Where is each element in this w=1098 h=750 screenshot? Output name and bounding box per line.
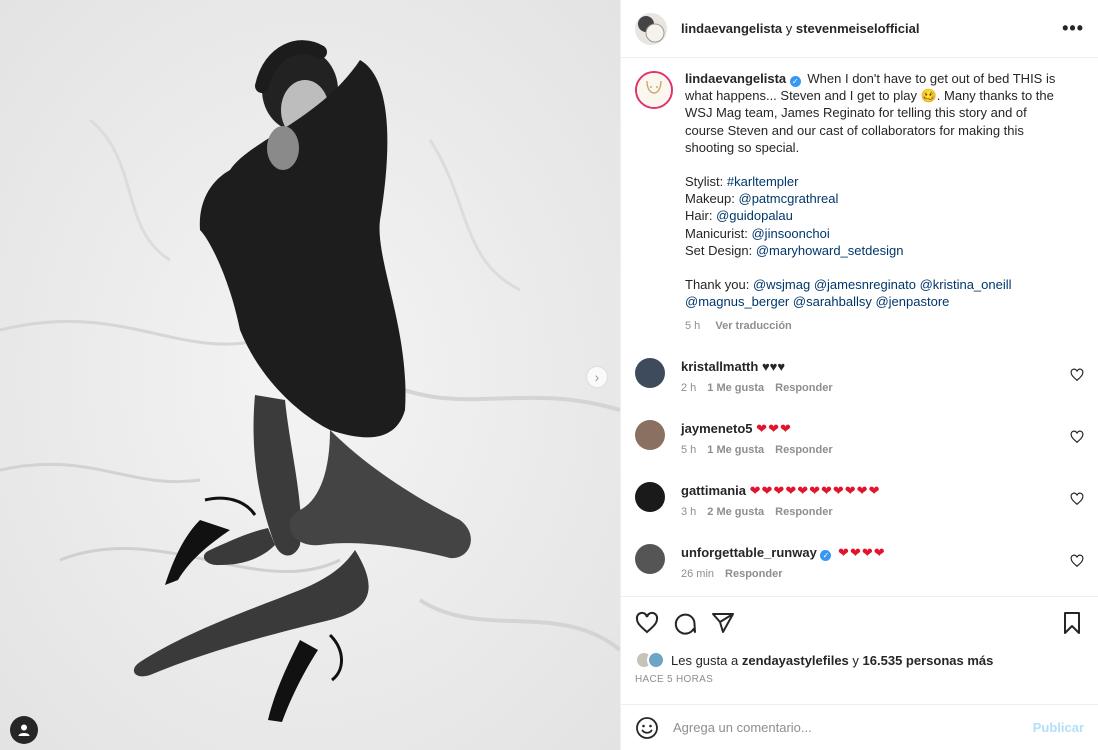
more-options-icon[interactable]: ••• (1062, 18, 1084, 39)
comments-scroll[interactable]: lindaevangelista ✓ When I don't have to … (621, 58, 1098, 596)
comment-bubble-icon[interactable] (673, 611, 697, 635)
comment-avatar[interactable] (635, 481, 665, 512)
author-avatar[interactable] (635, 12, 667, 45)
comment-username[interactable]: jaymeneto5 (681, 421, 753, 436)
reply-button[interactable]: Responder (775, 506, 832, 518)
credit-link[interactable]: #karltempler (727, 174, 799, 189)
chevron-right-icon: › (594, 369, 600, 385)
heart-outline-icon[interactable] (1070, 492, 1084, 506)
reply-button[interactable]: Responder (725, 568, 782, 580)
credit-line: Makeup: @patmcgrathreal (685, 191, 839, 207)
author-link-2[interactable]: stevenmeiselofficial (796, 21, 920, 36)
person-icon (18, 724, 30, 736)
likes-summary: Les gusta a zendayastylefiles y 16.535 p… (621, 648, 1098, 672)
post-timestamp: HACE 5 HORAS (635, 674, 714, 685)
post-authors: lindaevangelista y stevenmeiselofficial (681, 21, 919, 36)
save-bookmark-icon[interactable] (1060, 611, 1084, 635)
comment-text: ❤❤❤❤❤❤❤❤❤❤❤ (749, 482, 881, 498)
comment-avatar[interactable] (635, 419, 665, 450)
heart-outline-icon[interactable] (1070, 554, 1084, 568)
comment-time: 2 h (681, 381, 697, 394)
likes-count[interactable]: 16.535 personas más (863, 653, 994, 668)
comment: jaymeneto5 ❤❤❤ 5 h 1 Me gusta Responder (635, 419, 1084, 456)
post-photo[interactable]: › (0, 0, 620, 750)
comment: gattimania ❤❤❤❤❤❤❤❤❤❤❤ 3 h 2 Me gusta Resp… (635, 481, 1084, 518)
caption: lindaevangelista ✓ When I don't have to … (635, 70, 1084, 336)
comment-username[interactable]: gattimania (681, 483, 746, 498)
comment-likes[interactable]: 1 Me gusta (707, 382, 764, 394)
mention-link[interactable]: @sarahballsy (793, 294, 872, 309)
comment-text: ❤❤❤❤ (838, 544, 886, 560)
reply-button[interactable]: Responder (775, 382, 832, 394)
comment-avatar[interactable] (635, 357, 665, 388)
liker-avatar (647, 651, 665, 669)
translate-link[interactable]: Ver traducción (715, 320, 791, 332)
credit-line: Set Design: @maryhoward_setdesign (685, 242, 904, 258)
tagged-users-button[interactable] (10, 716, 38, 744)
comment-text: ♥♥♥ (761, 358, 786, 374)
heart-outline-icon[interactable] (1070, 430, 1084, 444)
author-link-1[interactable]: lindaevangelista (681, 21, 782, 36)
comment-time: 5 h (681, 443, 697, 456)
mention-link[interactable]: @jenpastore (875, 294, 949, 309)
comment-text: ❤❤❤ (756, 420, 792, 436)
likes-middle: y (852, 652, 859, 668)
comment: kristallmatth ♥♥♥ 2 h 1 Me gusta Responder (635, 357, 1084, 394)
credit-link[interactable]: @jinsoonchoi (751, 226, 829, 241)
comment-username[interactable]: unforgettable_runway (681, 545, 817, 560)
comment-avatar[interactable] (635, 543, 665, 574)
verified-icon: ✓ (789, 76, 801, 87)
credit-link[interactable]: @guidopalau (716, 208, 793, 223)
mention-link[interactable]: @jamesnreginato (814, 277, 916, 292)
credit-line: Hair: @guidopalau (685, 208, 793, 224)
post-actions (621, 596, 1098, 648)
caption-credits: Stylist: #karltempler Makeup: @patmcgrat… (685, 173, 1065, 259)
credit-line: Stylist: #karltempler (685, 174, 799, 190)
credit-link[interactable]: @patmcgrathreal (739, 191, 839, 206)
comment-username[interactable]: kristallmatth (681, 359, 758, 374)
liker-username[interactable]: zendayastylefiles (742, 653, 849, 668)
authors-joiner: y (785, 21, 793, 36)
share-send-icon[interactable] (711, 611, 735, 635)
emoji-icon[interactable] (635, 716, 659, 740)
like-heart-icon[interactable] (635, 611, 659, 635)
heart-outline-icon[interactable] (1070, 368, 1084, 382)
comment-composer: Publicar (621, 704, 1098, 750)
mention-link[interactable]: @wsjmag (753, 277, 810, 292)
next-photo-button[interactable]: › (586, 366, 608, 388)
verified-icon: ✓ (820, 549, 832, 561)
likes-prefix: Les gusta a (671, 652, 739, 668)
caption-time: 5 h (685, 320, 701, 333)
comment-likes[interactable]: 1 Me gusta (707, 444, 764, 456)
credit-line: Manicurist: @jinsoonchoi (685, 225, 830, 241)
caption-username[interactable]: lindaevangelista (685, 71, 786, 86)
credit-link[interactable]: @maryhoward_setdesign (756, 243, 904, 258)
post-side-panel: lindaevangelista y stevenmeiselofficial … (620, 0, 1098, 750)
reply-button[interactable]: Responder (775, 444, 832, 456)
comment-time: 26 min (681, 567, 715, 580)
caption-body: lindaevangelista ✓ When I don't have to … (685, 70, 1065, 336)
comment-time: 3 h (681, 505, 697, 518)
caption-avatar[interactable] (635, 71, 673, 109)
instagram-post: › lindaevangelista y stevenmeiselofficia… (0, 0, 1098, 750)
mention-link[interactable]: @magnus_berger (685, 294, 789, 309)
publish-button[interactable]: Publicar (1033, 720, 1084, 735)
comment: unforgettable_runway ✓ ❤❤❤❤ 26 min Respon… (635, 543, 1084, 580)
comment-likes[interactable]: 2 Me gusta (707, 506, 764, 518)
caption-meta: 5 h Ver traducción (685, 318, 1065, 335)
photo-image (0, 0, 620, 750)
post-header: lindaevangelista y stevenmeiselofficial … (621, 0, 1098, 58)
comment-input[interactable] (673, 720, 1033, 735)
caption-thanks: Thank you: @wsjmag @jamesnreginato @kris… (685, 277, 1012, 310)
mention-link[interactable]: @kristina_oneill (920, 277, 1012, 292)
